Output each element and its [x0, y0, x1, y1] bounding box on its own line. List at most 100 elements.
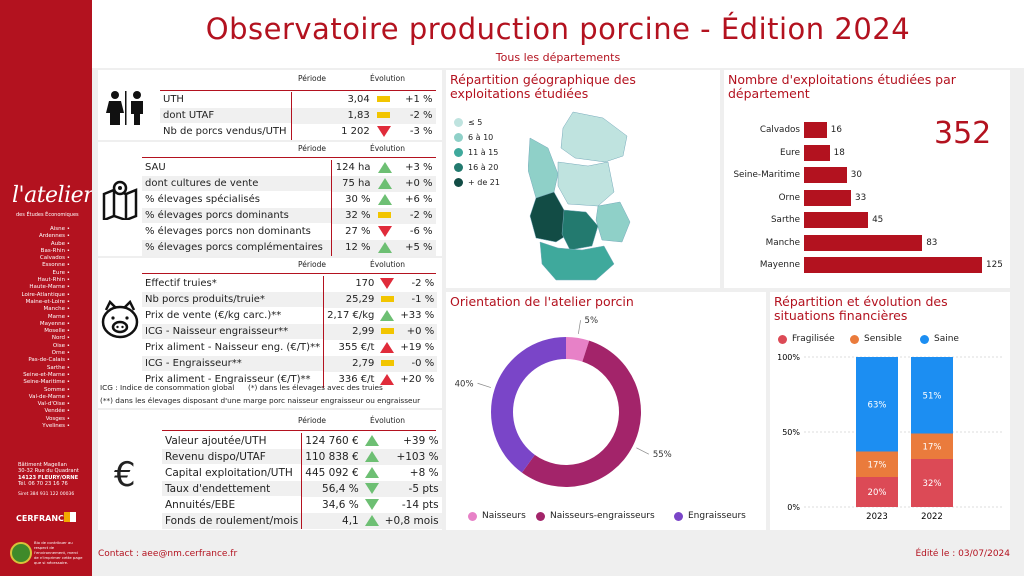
map-region-sarthe[interactable] [561, 209, 599, 251]
department-item[interactable]: Moselle [21, 328, 70, 335]
department-item[interactable]: Haut-Rhin [21, 277, 70, 284]
orientation-panel: Orientation de l'atelier porcin 5% 55% 40%… [446, 292, 766, 530]
financial-situation-title: Répartition et évolution des situations … [774, 294, 948, 323]
kpi-value: 2,17 €/kg [323, 307, 378, 324]
y-tick-label: 0% [787, 503, 800, 512]
map-legend-item[interactable]: ≤ 5 [454, 118, 482, 127]
department-filter-label[interactable]: Tous les départements [92, 51, 1024, 64]
donut-slice[interactable] [491, 337, 566, 473]
map-region-north[interactable] [560, 111, 628, 163]
trend-cell [373, 124, 395, 140]
kpi-value: 30 % [330, 191, 374, 208]
legend-label: 6 à 10 [468, 133, 494, 142]
department-item[interactable]: Nord [21, 335, 70, 342]
stack-value-label: 51% [923, 391, 942, 401]
orientation-legend-item[interactable]: Naisseurs [468, 511, 526, 521]
kpi-value: 170 [323, 275, 378, 292]
stack-value-label: 17% [868, 460, 887, 470]
dept-bar[interactable] [804, 234, 923, 251]
kpi-evolution: +0,8 mois [381, 512, 442, 529]
dept-bar[interactable] [804, 257, 982, 273]
page-title: Observatoire production porcine - Éditio… [205, 12, 911, 46]
trend-cell [377, 355, 398, 372]
footnote-sows: (*) dans les élevages avec des truies [248, 383, 383, 392]
kpi-value: 355 €/t [323, 339, 378, 356]
department-item[interactable]: Yvelines [21, 423, 70, 430]
bar-value-label: 18 [833, 147, 845, 158]
bar-value-label: 83 [926, 237, 938, 248]
legend-label: 16 à 20 [468, 163, 499, 172]
department-item[interactable]: Bas-Rhin [21, 248, 70, 255]
department-item[interactable]: Mayenne [21, 321, 70, 328]
department-item[interactable]: Loire-Atlantique [21, 292, 70, 299]
department-item[interactable]: Pas-de-Calais [21, 357, 70, 364]
trend-up-icon [364, 451, 379, 462]
department-item[interactable]: Vendée [21, 408, 70, 415]
department-item[interactable]: Aisne [21, 226, 70, 233]
footnote-margin: (**) dans les élevages disposant d'une m… [100, 396, 421, 405]
department-item[interactable]: Val-de-Marne [21, 394, 70, 401]
department-item[interactable]: Vosges [21, 416, 70, 423]
kpi-label: Nb de porcs vendus/UTH [160, 123, 292, 140]
kpi-evolution: -1 % [397, 291, 438, 308]
trend-up-icon [364, 435, 379, 446]
orientation-legend-item[interactable]: Naisseurs-engraisseurs [536, 511, 655, 521]
cerfrance-mark-icon [64, 512, 76, 522]
dept-bar[interactable] [804, 167, 847, 183]
legend-label: Fragilisée [792, 334, 835, 344]
contact-email-link[interactable]: Contact : aee@nm.cerfrance.fr [98, 549, 237, 559]
financial-legend-item[interactable]: Sensible [850, 334, 902, 344]
department-item[interactable]: Calvados [21, 255, 70, 262]
kpi-row: Capital exploitation/UTH 445 092 € +8 % [162, 464, 442, 481]
department-map[interactable] [528, 110, 638, 282]
department-item[interactable]: Somme [21, 387, 70, 394]
department-item[interactable]: Oise [21, 343, 70, 350]
map-region-west[interactable] [528, 137, 559, 199]
department-item[interactable]: Seine-et-Marne [21, 372, 70, 379]
department-item[interactable]: Maine-et-Loire [21, 299, 70, 306]
legend-label: 11 à 15 [468, 148, 499, 157]
department-item[interactable]: Orne [21, 350, 70, 357]
department-item[interactable]: Ardennes [21, 233, 70, 240]
department-item[interactable]: Marne [21, 314, 70, 321]
department-item[interactable]: Haute-Marne [21, 284, 70, 291]
kpi-row: Prix aliment - Naisseur eng. (€/T)** 355 … [142, 339, 437, 356]
stable-indicator-icon [380, 328, 394, 334]
kpi-row: dont UTAF 1,83 -2 % [160, 107, 436, 124]
kpi-row: % élevages porcs complémentaires 12 % +5 % [142, 239, 436, 256]
kpi-row: Nb porcs produits/truie* 25,29 -1 % [142, 291, 438, 308]
dept-bar[interactable] [804, 189, 851, 206]
financial-legend-item[interactable]: Fragilisée [778, 334, 835, 344]
department-item[interactable]: Seine-Maritime [21, 379, 70, 386]
map-region-center[interactable] [557, 161, 615, 207]
dept-bar[interactable] [804, 212, 869, 228]
map-legend-item[interactable]: 11 à 15 [454, 148, 498, 157]
kpi-value: 12 % [330, 239, 374, 256]
legend-swatch-icon [850, 334, 859, 344]
kpi-value: 32 % [330, 207, 374, 224]
trend-cell [372, 107, 395, 124]
map-legend-item[interactable]: + de 21 [454, 178, 500, 187]
legend-swatch-icon [920, 334, 929, 344]
trend-up-icon [364, 515, 379, 526]
dept-bar[interactable] [804, 144, 830, 161]
donut-leader-line [578, 320, 581, 335]
bar-value-label: 30 [850, 170, 862, 180]
map-region-east[interactable] [595, 201, 631, 243]
header: Observatoire production porcine - Éditio… [92, 0, 1024, 68]
legend-label: Saine [934, 334, 959, 344]
dept-bar[interactable] [804, 122, 827, 138]
kpi-label: Effectif truies* [142, 275, 324, 292]
department-item[interactable]: Essonne [21, 262, 70, 269]
financial-legend-item[interactable]: Saine [920, 334, 959, 344]
department-item[interactable]: Manche [21, 306, 70, 313]
map-legend-item[interactable]: 6 à 10 [454, 133, 493, 142]
legend-label: + de 21 [468, 178, 500, 187]
department-item[interactable]: Eure [21, 270, 70, 277]
bar-category-label: Sarthe [770, 215, 800, 225]
kpi-evolution: +19 % [400, 342, 435, 353]
map-legend-item[interactable]: 16 à 20 [454, 163, 498, 172]
department-item[interactable]: Sarthe [21, 365, 70, 372]
department-item[interactable]: Aube [21, 241, 70, 248]
orientation-legend-item[interactable]: Engraisseurs [674, 511, 746, 521]
